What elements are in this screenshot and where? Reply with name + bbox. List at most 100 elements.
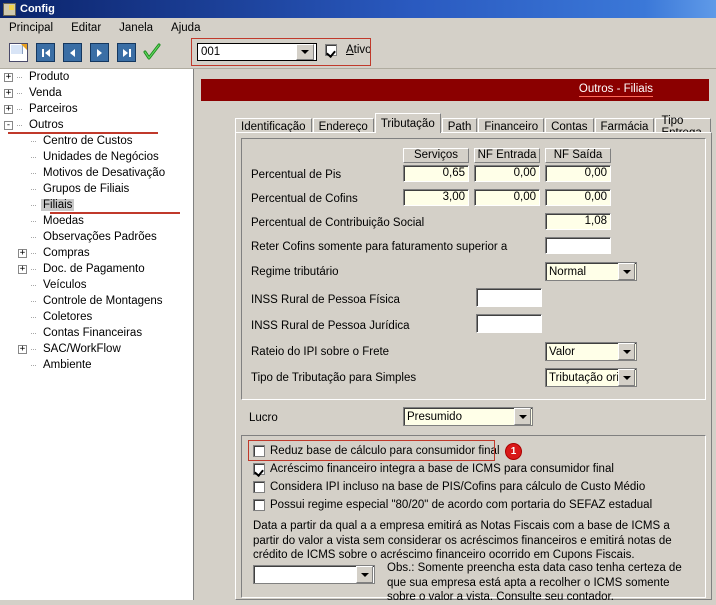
active-checkbox[interactable] xyxy=(325,44,337,56)
tree-item-moedas[interactable]: ···Moedas xyxy=(0,213,193,229)
tree-item-coletores[interactable]: ···Coletores xyxy=(0,309,193,325)
confirm-check-icon[interactable] xyxy=(142,42,162,62)
select-regime-tributario[interactable]: Normal xyxy=(545,262,637,281)
select-rateio-ipi[interactable]: Valor xyxy=(545,342,637,361)
field-inss-pessoa-juridica[interactable] xyxy=(476,314,542,333)
menu-item-ajuda[interactable]: Ajuda xyxy=(162,20,209,36)
tree-item-label: Parceiros xyxy=(27,103,80,115)
label-inss-pessoa-juridica: INSS Rural de Pessoa Jurídica xyxy=(251,320,410,332)
checkbox-row-3[interactable]: Considera IPI incluso na base de PIS/Cof… xyxy=(253,481,645,493)
select-lucro[interactable]: Presumido xyxy=(403,407,533,426)
tree-item-label: Veículos xyxy=(41,279,88,291)
tree-item-compras[interactable]: +···Compras xyxy=(0,245,193,261)
chevron-down-icon[interactable] xyxy=(356,566,373,583)
tree-item-unidades-de-neg-cios[interactable]: ···Unidades de Negócios xyxy=(0,149,193,165)
checkbox-input[interactable] xyxy=(253,463,265,475)
select-regime-tributario-value: Normal xyxy=(546,266,618,278)
field-pis-nf-entrada[interactable]: 0,00 xyxy=(474,165,540,182)
tree-item-sac-workflow[interactable]: +···SAC/WorkFlow xyxy=(0,341,193,357)
tree-item-centro-de-custos[interactable]: ···Centro de Custos xyxy=(0,133,193,149)
tree-item-parceiros[interactable]: +···Parceiros xyxy=(0,101,193,117)
next-record-icon[interactable] xyxy=(90,43,109,62)
menu-item-principal[interactable]: Principal xyxy=(0,20,62,36)
tree-item-controle-de-montagens[interactable]: ···Controle de Montagens xyxy=(0,293,193,309)
tree-connector: ··· xyxy=(30,168,41,178)
last-record-icon[interactable] xyxy=(117,43,136,62)
expand-icon[interactable]: + xyxy=(4,105,13,114)
tab-host: IdentificaçãoEndereçoTributaçãoPathFinan… xyxy=(235,113,712,600)
field-reter-cofins[interactable] xyxy=(545,237,611,254)
tab-tributa-o[interactable]: Tributação xyxy=(375,113,441,133)
checkbox-row-2[interactable]: Acréscimo financeiro integra a base de I… xyxy=(253,463,614,475)
tree-connector: ··· xyxy=(30,360,41,370)
field-cofins-nf-saida[interactable]: 0,00 xyxy=(545,189,611,206)
tree-item-doc-de-pagamento[interactable]: +···Doc. de Pagamento xyxy=(0,261,193,277)
checkbox-label: Acréscimo financeiro integra a base de I… xyxy=(270,463,614,475)
tab-strip[interactable]: IdentificaçãoEndereçoTributaçãoPathFinan… xyxy=(235,113,712,133)
expand-icon[interactable]: + xyxy=(4,89,13,98)
record-combo[interactable]: 001 xyxy=(197,43,317,61)
tree-item-contas-financeiras[interactable]: ···Contas Financeiras xyxy=(0,325,193,341)
checkbox-input[interactable] xyxy=(253,499,265,511)
annotation-underline xyxy=(50,212,180,214)
tree-item-label: Ambiente xyxy=(41,359,94,371)
menu-bar: Principal Editar Janela Ajuda xyxy=(0,18,716,37)
new-record-icon[interactable] xyxy=(9,43,28,62)
tree-item-grupos-de-filiais[interactable]: ···Grupos de Filiais xyxy=(0,181,193,197)
tree-connector: ··· xyxy=(30,344,41,354)
field-pis-nf-saida[interactable]: 0,00 xyxy=(545,165,611,182)
tree-item-filiais[interactable]: ···Filiais xyxy=(0,197,193,213)
chevron-down-icon[interactable] xyxy=(296,44,314,60)
checkbox-row-1[interactable]: Reduz base de cálculo para consumidor fi… xyxy=(253,445,500,457)
checkbox-input[interactable] xyxy=(253,481,265,493)
label-percentual-cofins: Percentual de Cofins xyxy=(251,193,358,205)
active-checkbox-label: Ativo xyxy=(346,44,372,56)
chevron-down-icon[interactable] xyxy=(618,369,635,386)
tree-item-ve-culos[interactable]: ···Veículos xyxy=(0,277,193,293)
tree-item-ambiente[interactable]: ···Ambiente xyxy=(0,357,193,373)
tree-item-venda[interactable]: +···Venda xyxy=(0,85,193,101)
tree-item-label: Moedas xyxy=(41,215,86,227)
field-contribuicao-social[interactable]: 1,08 xyxy=(545,213,611,230)
chevron-down-icon[interactable] xyxy=(618,263,635,280)
tree-item-observa-es-padr-es[interactable]: ···Observações Padrões xyxy=(0,229,193,245)
field-cofins-nf-entrada[interactable]: 0,00 xyxy=(474,189,540,206)
tree-spacer xyxy=(18,169,27,178)
expand-icon[interactable]: + xyxy=(18,345,27,354)
field-cofins-servicos[interactable]: 3,00 xyxy=(403,189,469,206)
label-reter-cofins: Reter Cofins somente para faturamento su… xyxy=(251,241,507,253)
expand-icon[interactable]: + xyxy=(4,73,13,82)
select-data-inicio[interactable] xyxy=(253,565,375,584)
label-inss-pessoa-fisica: INSS Rural de Pessoa Física xyxy=(251,294,400,306)
record-combo-value: 001 xyxy=(198,46,296,58)
label-tipo-tributacao-simples: Tipo de Tributação para Simples xyxy=(251,372,416,384)
navigation-tree[interactable]: +···Produto+···Venda+···Parceiros-···Out… xyxy=(0,69,194,600)
window-document-icon xyxy=(3,3,16,16)
tab-panel-tributacao: Serviços NF Entrada NF Saída Percentual … xyxy=(235,132,712,600)
chevron-down-icon[interactable] xyxy=(618,343,635,360)
tree-item-outros[interactable]: -···Outros xyxy=(0,117,193,133)
tree-item-motivos-de-desativa-o[interactable]: ···Motivos de Desativação xyxy=(0,165,193,181)
expand-icon[interactable]: + xyxy=(18,249,27,258)
tree-connector: ··· xyxy=(30,280,41,290)
tree-item-produto[interactable]: +···Produto xyxy=(0,69,193,85)
tree-item-label: Observações Padrões xyxy=(41,231,159,243)
previous-record-icon[interactable] xyxy=(63,43,82,62)
menu-item-editar[interactable]: Editar xyxy=(62,20,110,36)
select-tipo-tributacao-simples[interactable]: Tributação ori xyxy=(545,368,637,387)
expand-icon[interactable]: + xyxy=(18,265,27,274)
checkbox-row-4[interactable]: Possui regime especial "80/20" de acordo… xyxy=(253,499,652,511)
config-window: Config Principal Editar Janela Ajuda xyxy=(0,0,716,600)
menu-item-janela[interactable]: Janela xyxy=(110,20,162,36)
select-tipo-tributacao-simples-value: Tributação ori xyxy=(546,372,618,384)
chevron-down-icon[interactable] xyxy=(514,408,531,425)
collapse-icon[interactable]: - xyxy=(4,121,13,130)
tree-spacer xyxy=(18,201,27,210)
field-pis-servicos[interactable]: 0,65 xyxy=(403,165,469,182)
field-inss-pessoa-fisica[interactable] xyxy=(476,288,542,307)
first-record-icon[interactable] xyxy=(36,43,55,62)
tree-connector: ··· xyxy=(30,312,41,322)
checkbox-input[interactable] xyxy=(253,445,265,457)
active-checkbox-group[interactable]: Ativo xyxy=(325,44,372,56)
tree-connector: ··· xyxy=(16,72,27,82)
